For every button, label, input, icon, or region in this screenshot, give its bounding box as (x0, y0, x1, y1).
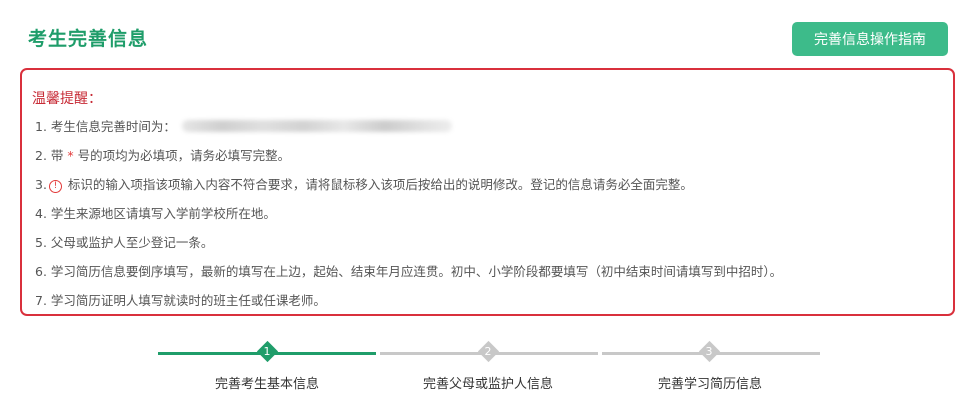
notice-item-prefix: 带 (50, 148, 64, 163)
guide-button[interactable]: 完善信息操作指南 (792, 22, 948, 56)
notice-item: 7. 学习简历证明人填写就读时的班主任或任课老师。 (35, 292, 782, 321)
notice-item-number: 4. (35, 206, 47, 221)
notice-item-text: 号的项均为必填项，请务必填写完整。 (77, 148, 291, 163)
notice-item: 5. 父母或监护人至少登记一条。 (35, 234, 782, 263)
notice-item-number: 7. (35, 293, 47, 308)
notice-item-text: 考生信息完善时间为： (50, 119, 176, 134)
notice-item-text: 学生来源地区请填写入学前学校所在地。 (50, 206, 276, 221)
notice-item: 2. 带 * 号的项均为必填项，请务必填写完整。 (35, 147, 782, 176)
notice-item-number: 6. (35, 264, 47, 279)
error-icon: ! (48, 180, 62, 193)
notice-list: 1. 考生信息完善时间为： 2. 带 * 号的项均为必填项，请务必填写完整。 3… (35, 118, 782, 321)
step-1-number: 1 (263, 345, 271, 358)
notice-item-number: 5. (35, 235, 47, 250)
step-2-label: 完善父母或监护人信息 (422, 377, 553, 392)
notice-item: 6. 学习简历信息要倒序填写，最新的填写在上边，起始、结束年月应连贯。初中、小学… (35, 263, 782, 292)
step-3-number: 3 (705, 345, 713, 358)
progress-steps: 1 完善考生基本信息 2 完善父母或监护人信息 3 完善学习简历信息 (0, 330, 980, 393)
notice-item: 3.! 标识的输入项指该项输入内容不符合要求，请将鼠标移入该项后按给出的说明修改… (35, 176, 782, 205)
notice-item: 4. 学生来源地区请填写入学前学校所在地。 (35, 205, 782, 234)
notice-item: 1. 考生信息完善时间为： (35, 118, 782, 147)
notice-box: 温馨提醒： 1. 考生信息完善时间为： 2. 带 * 号的项均为必填项，请务必填… (20, 68, 955, 316)
step-2-number: 2 (484, 345, 492, 358)
page-title: 考生完善信息 (28, 28, 149, 50)
required-star-icon: * (67, 148, 74, 163)
step-3-label: 完善学习简历信息 (657, 377, 762, 392)
notice-item-number: 3. (35, 177, 47, 192)
notice-item-text: 学习简历信息要倒序填写，最新的填写在上边，起始、结束年月应连贯。初中、小学阶段都… (50, 264, 783, 279)
notice-title: 温馨提醒： (32, 91, 102, 107)
step-1-label: 完善考生基本信息 (214, 377, 319, 392)
blurred-time-value (181, 120, 452, 132)
notice-item-text: 学习简历证明人填写就读时的班主任或任课老师。 (50, 293, 326, 308)
notice-item-number: 2. (35, 148, 47, 163)
notice-item-text: 父母或监护人至少登记一条。 (50, 235, 214, 250)
notice-item-text: 标识的输入项指该项输入内容不符合要求，请将鼠标移入该项后按给出的说明修改。登记的… (67, 177, 693, 192)
notice-item-number: 1. (35, 119, 47, 134)
